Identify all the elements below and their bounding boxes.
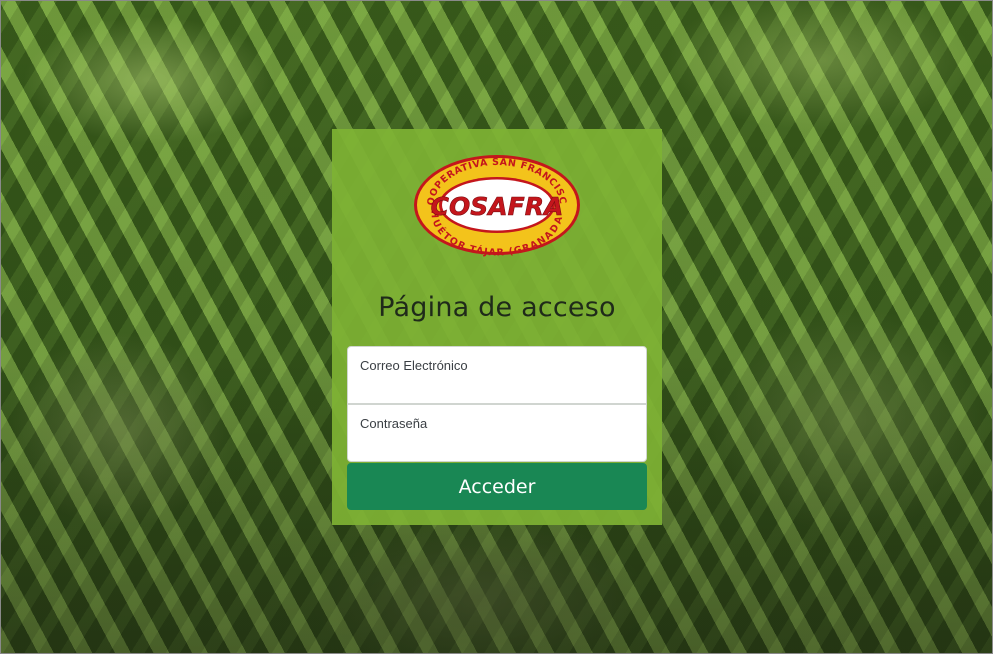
email-label: Correo Electrónico <box>360 358 468 373</box>
login-page: COOPERATIVA SAN FRANCISCO HUÉTOR TÁJAR (… <box>0 0 993 654</box>
logo-brand-text: COSAFRA <box>431 192 564 221</box>
password-field[interactable]: Contraseña <box>347 404 647 462</box>
email-input[interactable] <box>360 377 634 397</box>
login-card: COOPERATIVA SAN FRANCISCO HUÉTOR TÁJAR (… <box>332 129 662 525</box>
login-button[interactable]: Acceder <box>347 463 647 510</box>
cosafra-logo: COOPERATIVA SAN FRANCISCO HUÉTOR TÁJAR (… <box>412 153 580 258</box>
email-field[interactable]: Correo Electrónico <box>347 346 647 404</box>
page-title: Página de acceso <box>378 292 616 323</box>
password-label: Contraseña <box>360 416 428 431</box>
password-input[interactable] <box>360 435 634 455</box>
